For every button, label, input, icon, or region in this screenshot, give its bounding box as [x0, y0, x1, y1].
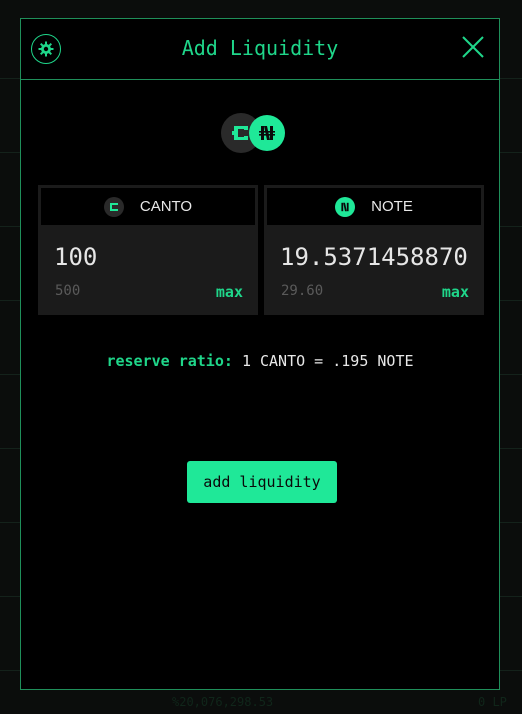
token-pair-icons: [221, 113, 291, 153]
note-coin-icon: [335, 196, 356, 217]
note-amount-input[interactable]: 19.5371458870: [280, 243, 472, 271]
canto-max-button[interactable]: max: [216, 283, 243, 301]
add-liquidity-modal: Add Liquidity CANTO 100 500 max NOTE 19.…: [20, 18, 500, 690]
canto-symbol: CANTO: [139, 198, 193, 215]
note-symbol: NOTE: [371, 198, 413, 215]
reserve-ratio-label: reserve ratio:: [106, 352, 233, 370]
note-max-button[interactable]: max: [442, 283, 469, 301]
background-lp-text: 0 LP: [478, 695, 507, 709]
note-pair-icon: [249, 115, 285, 151]
canto-coin-icon: [103, 196, 124, 217]
reserve-ratio: reserve ratio: 1 CANTO = .195 NOTE: [21, 352, 499, 370]
note-token-card: NOTE 19.5371458870 29.60 max: [264, 185, 484, 315]
canto-token-card: CANTO 100 500 max: [38, 185, 258, 315]
modal-title: Add Liquidity: [181, 36, 339, 60]
modal-header: Add Liquidity: [21, 19, 499, 80]
add-liquidity-button[interactable]: add liquidity: [187, 461, 337, 503]
note-balance: 29.60: [281, 283, 324, 299]
reserve-ratio-value: 1 CANTO = .195 NOTE: [241, 352, 414, 370]
canto-card-header: CANTO: [41, 188, 255, 225]
close-icon[interactable]: [460, 34, 486, 60]
canto-balance: 500: [55, 283, 81, 299]
note-card-header: NOTE: [267, 188, 481, 225]
background-total-text: %20,076,298.53: [172, 695, 274, 709]
canto-amount-input[interactable]: 100: [54, 243, 246, 271]
